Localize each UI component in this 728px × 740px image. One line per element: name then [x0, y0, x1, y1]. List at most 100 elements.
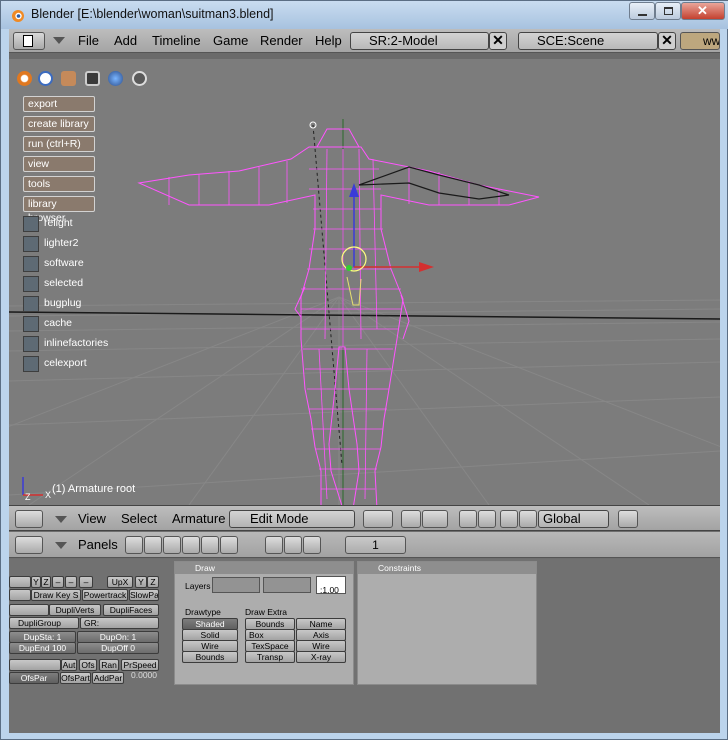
editing-icon[interactable]: [201, 536, 219, 554]
dupoff-field[interactable]: DupOff 0: [77, 642, 159, 654]
gear-icon[interactable]: [132, 71, 147, 86]
addpar-button[interactable]: AddPar: [92, 672, 124, 684]
draw-key-blank[interactable]: [9, 589, 31, 601]
menu-file[interactable]: File: [78, 33, 99, 48]
toggle-label: inlinefactories: [44, 337, 109, 349]
menu-select[interactable]: Select: [121, 511, 157, 526]
up-y-button[interactable]: Y: [135, 576, 147, 588]
layers-grid-b[interactable]: [263, 577, 311, 593]
menu-game[interactable]: Game: [213, 33, 248, 48]
up-x-button[interactable]: UpX: [107, 576, 133, 588]
drawtype-bounds[interactable]: Bounds: [182, 651, 238, 663]
dupligroup-button[interactable]: DupliGroup: [9, 617, 79, 629]
toggle-label: software: [44, 257, 84, 269]
layers-grid-a[interactable]: [212, 577, 260, 593]
script-icon[interactable]: [144, 536, 162, 554]
toggle-label: selected: [44, 277, 84, 289]
up-z-button[interactable]: Z: [147, 576, 159, 588]
shading-icon[interactable]: [163, 536, 181, 554]
script-library-browser-button[interactable]: library browser: [23, 196, 95, 224]
dupend-field[interactable]: DupEnd 100: [9, 642, 76, 654]
image-icon[interactable]: [85, 71, 100, 86]
menu-timeline[interactable]: Timeline: [152, 33, 201, 48]
script-tools-button[interactable]: tools: [23, 176, 95, 192]
user-icon[interactable]: [61, 71, 76, 86]
hand-icon[interactable]: [459, 510, 477, 528]
editor-type-buttons-icon[interactable]: [15, 536, 43, 554]
info-header: File Add Timeline Game Render Help SR:2-…: [9, 29, 720, 53]
script-export-button[interactable]: export: [23, 96, 95, 112]
logic-icon[interactable]: [125, 536, 143, 554]
3d-viewport[interactable]: Z X export create library run (ctrl+R) v…: [9, 59, 720, 505]
pivot-icon[interactable]: [401, 510, 421, 528]
extra-transp-button[interactable]: Transp: [245, 651, 295, 663]
toggle-box: [23, 336, 39, 352]
orientation-label: Global: [543, 511, 581, 526]
maximize-button[interactable]: [655, 2, 681, 20]
blender-client: File Add Timeline Game Render Help SR:2-…: [9, 29, 720, 733]
scene-selector[interactable]: SCE:Scene: [518, 32, 658, 50]
ofspart-button[interactable]: OfsPart: [60, 672, 91, 684]
minimize-button[interactable]: [629, 2, 655, 20]
frame-number-field[interactable]: 1: [345, 536, 406, 554]
track-negz-button[interactable]: –: [79, 576, 93, 588]
delete-screen-button[interactable]: ✕: [489, 32, 507, 50]
editor-type-grid-icon[interactable]: [15, 510, 43, 528]
menu-view[interactable]: View: [78, 511, 106, 526]
close-icon: ✕: [697, 3, 708, 18]
physics-icon[interactable]: [284, 536, 302, 554]
track-y-button[interactable]: Y: [31, 576, 41, 588]
track-negy-button[interactable]: –: [65, 576, 77, 588]
translate-triangle-icon[interactable]: [478, 510, 496, 528]
layer-value: :1.00: [320, 585, 339, 595]
blender-logo-icon[interactable]: [17, 71, 32, 86]
window-type-button[interactable]: [13, 32, 45, 50]
menu-render[interactable]: Render: [260, 33, 303, 48]
collapse-triangle-icon[interactable]: [55, 516, 67, 523]
orientation-selector[interactable]: Global: [538, 510, 609, 528]
draw-type-icon[interactable]: [363, 510, 393, 528]
object-icon[interactable]: [182, 536, 200, 554]
duplifaces-button[interactable]: DupliFaces: [103, 604, 159, 616]
dupli-blank[interactable]: [9, 604, 49, 616]
scale-square-icon[interactable]: [519, 510, 537, 528]
script-run-button[interactable]: run (ctrl+R): [23, 136, 95, 152]
collapse-triangle-icon[interactable]: [55, 542, 67, 549]
delete-scene-button[interactable]: ✕: [658, 32, 676, 50]
object-panel-icon[interactable]: [265, 536, 283, 554]
globe-icon[interactable]: [108, 71, 123, 86]
world-selector[interactable]: ww: [680, 32, 720, 50]
scene-icon[interactable]: [220, 536, 238, 554]
eye-icon[interactable]: [38, 71, 53, 86]
ran-button[interactable]: Ran: [99, 659, 119, 671]
menu-help[interactable]: Help: [315, 33, 342, 48]
slowpar-button[interactable]: SlowPa: [129, 589, 159, 601]
dupliverts-button[interactable]: DupliVerts: [49, 604, 101, 616]
menu-armature[interactable]: Armature: [172, 511, 225, 526]
track-blank-button[interactable]: [9, 576, 31, 588]
screen-selector[interactable]: SR:2-Model: [350, 32, 489, 50]
rotate-circle-icon[interactable]: [500, 510, 518, 528]
track-z-button[interactable]: Z: [41, 576, 51, 588]
menu-add[interactable]: Add: [114, 33, 137, 48]
draw-panel-header: Draw: [175, 562, 353, 574]
script-view-button[interactable]: view: [23, 156, 95, 172]
script-create-library-button[interactable]: create library: [23, 116, 95, 132]
aut-button[interactable]: Aut: [61, 659, 77, 671]
collapse-triangle-icon[interactable]: [53, 37, 65, 44]
render-icon[interactable]: [618, 510, 638, 528]
extra-xray-button[interactable]: X-ray: [296, 651, 346, 663]
group-field[interactable]: GR:: [80, 617, 159, 629]
snap-icon[interactable]: [422, 510, 448, 528]
powertrack-button[interactable]: Powertrack: [82, 589, 128, 601]
toggle-label: cache: [44, 317, 73, 329]
ofspar-button[interactable]: OfsPar: [9, 672, 59, 684]
close-button[interactable]: ✕: [681, 2, 725, 20]
mode-selector[interactable]: Edit Mode: [229, 510, 355, 528]
character-mesh: [22, 128, 540, 505]
particles-icon[interactable]: [303, 536, 321, 554]
ofs-button[interactable]: Ofs: [79, 659, 97, 671]
track-negx-button[interactable]: –: [52, 576, 64, 588]
time-blank[interactable]: [9, 659, 61, 671]
draw-key-button[interactable]: Draw Key S: [31, 589, 81, 601]
